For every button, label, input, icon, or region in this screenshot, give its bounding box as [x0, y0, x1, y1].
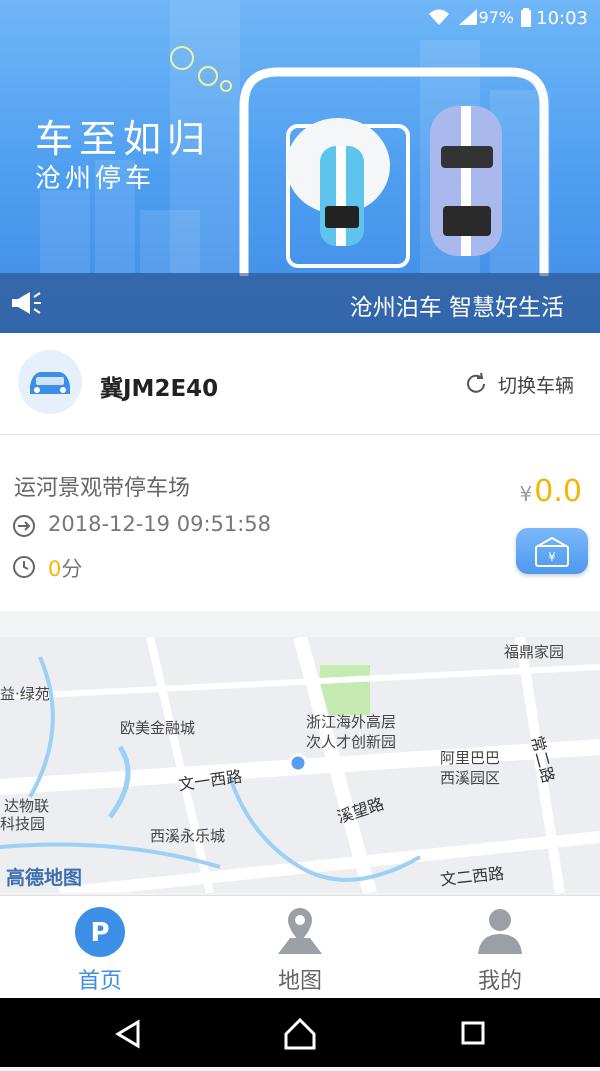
- announcement-text: 沧州泊车 智慧好生活: [349, 295, 564, 321]
- battery-percent: 97%: [478, 8, 514, 27]
- currency-symbol: ¥: [519, 482, 533, 506]
- switch-vehicle-button[interactable]: 切换车辆: [498, 371, 574, 398]
- recents-icon[interactable]: [461, 1021, 485, 1045]
- refresh-icon[interactable]: [464, 372, 488, 400]
- map-poi-label: 西溪园区: [440, 769, 501, 787]
- clock: 10:03: [536, 8, 588, 29]
- nav-buttons: [115, 1017, 485, 1050]
- user-icon: [478, 909, 522, 954]
- map-poi-label: 浙江海外高层: [306, 713, 397, 731]
- wifi-icon: [428, 8, 450, 31]
- map-poi-label: 科技园: [0, 815, 46, 833]
- parking-lot-name: 运河景观带停车场: [14, 476, 191, 501]
- pay-button[interactable]: ¥: [516, 528, 588, 574]
- battery-icon: [520, 8, 532, 33]
- tab-bar: P 首页 地图 我的: [0, 895, 600, 999]
- banner-subtitle: 沧州停车: [35, 164, 156, 194]
- tab-map[interactable]: 地图: [200, 896, 400, 999]
- car-avatar: [18, 350, 82, 414]
- tab-home-label: 首页: [77, 969, 122, 994]
- license-plate: 冀JM2E40: [100, 376, 219, 402]
- map-poi-label: 欧美金融城: [120, 719, 196, 737]
- signal-icon: [458, 8, 478, 31]
- tab-home[interactable]: P 首页: [0, 896, 200, 999]
- home-icon[interactable]: [284, 1017, 316, 1050]
- clock-icon: [12, 555, 36, 583]
- tab-map-label: 地图: [277, 969, 322, 994]
- banner-slogan: 车至如归: [35, 117, 212, 161]
- garage-illustration: [239, 67, 549, 276]
- bubbles-decoration: [170, 46, 232, 92]
- entry-time: 2018-12-19 09:51:58: [48, 512, 272, 536]
- map-poi-label: 次人才创新园: [306, 733, 397, 751]
- map-poi-label: 西溪永乐城: [150, 827, 226, 845]
- parking-duration: 0分: [48, 553, 82, 583]
- svg-text:P: P: [90, 918, 109, 948]
- duration-value: 0: [48, 557, 62, 581]
- map-poi-label: 福鼎家园: [504, 643, 565, 661]
- megaphone-icon: [10, 289, 42, 321]
- amap-logo: 高德地图: [6, 867, 83, 889]
- tab-profile[interactable]: 我的: [400, 896, 600, 999]
- car-icon: [30, 372, 70, 394]
- map-poi-label: 益·绿苑: [0, 685, 50, 703]
- duration-unit: 分: [61, 557, 83, 581]
- back-icon[interactable]: [115, 1019, 140, 1049]
- entry-arrow-icon: [12, 514, 36, 542]
- system-nav-bar: [0, 998, 600, 1067]
- parking-fee: ¥0.0: [520, 474, 582, 509]
- map-view[interactable]: 福鼎家园 益·绿苑 欧美金融城 浙江海外高层 次人才创新园 阿里巴巴 西溪园区 …: [0, 637, 600, 893]
- svg-text:¥: ¥: [548, 550, 556, 564]
- wallet-icon: ¥: [535, 536, 569, 567]
- status-bar: 97% 10:03: [0, 0, 600, 36]
- parking-p-icon: P: [75, 907, 125, 957]
- fee-amount: 0.0: [534, 474, 582, 509]
- map-roads: [0, 637, 600, 893]
- map-poi-label: 阿里巴巴: [440, 749, 501, 767]
- map-pin-icon: [278, 908, 322, 954]
- tab-profile-label: 我的: [477, 969, 522, 994]
